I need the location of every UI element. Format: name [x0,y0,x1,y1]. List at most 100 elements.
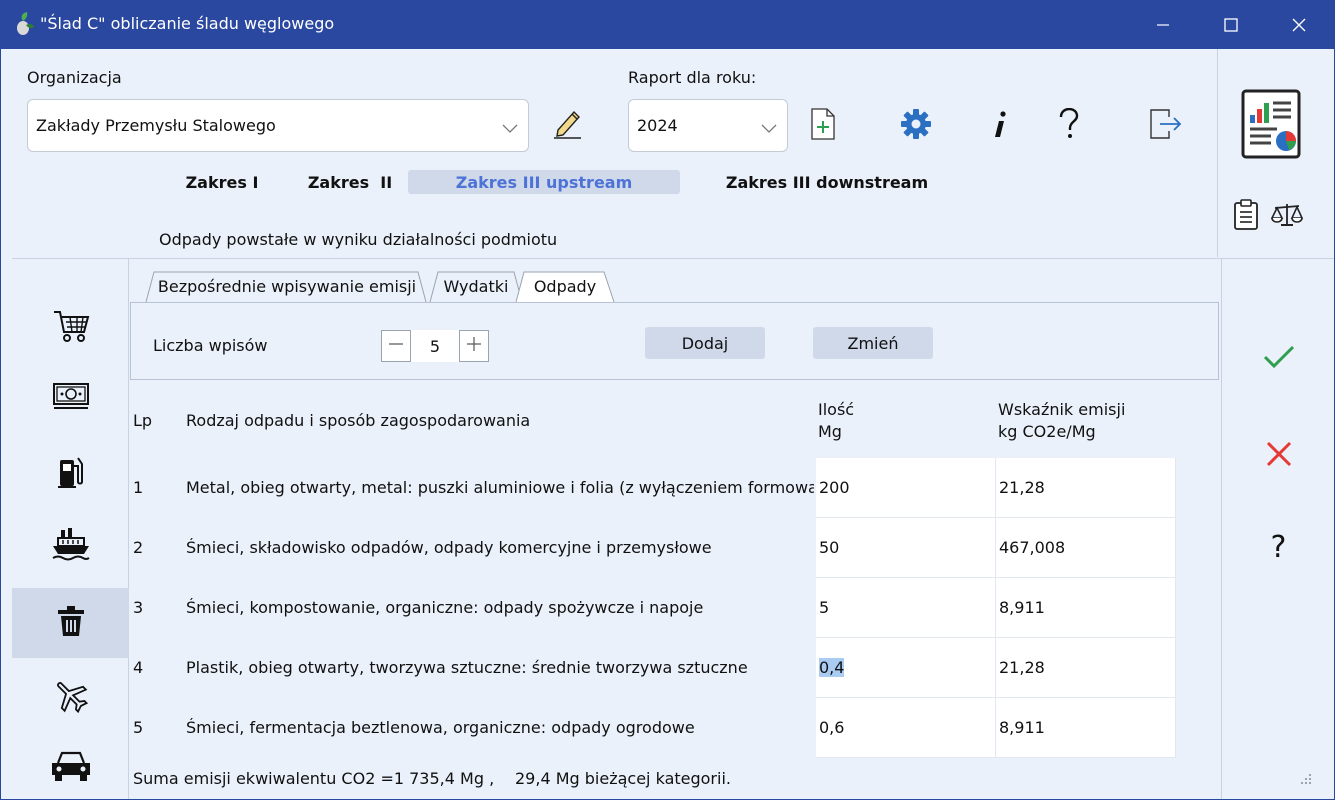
action-panel: ? [1221,259,1334,799]
column-header-emission-factor-line1: Wskaźnik emisji [998,400,1126,419]
help-button[interactable] [1054,107,1084,144]
fuel-pump-icon [56,454,86,494]
scope-tab-3-upstream[interactable]: Zakres III upstream [408,170,680,194]
increment-button[interactable] [459,330,489,362]
sidebar-item-travel[interactable] [12,663,129,733]
row-emission-factor[interactable]: 467,008 [996,518,1176,578]
report-button[interactable] [1241,89,1301,159]
tab-waste[interactable]: Odpady [524,271,606,301]
year-value: 2024 [637,116,678,135]
header-panel: Organizacja Zakłady Przemysłu Stalowego … [12,49,1218,257]
change-button[interactable]: Zmień [813,327,933,359]
column-header-waste-type: Rodzaj odpadu i sposób zagospodarowania [186,411,531,430]
status-total-emissions: Suma emisji ekwiwalentu CO2 =1 735,4 Mg … [133,769,495,788]
maximize-icon [1224,17,1238,32]
airplane-icon [52,677,90,719]
category-sidebar [12,259,129,799]
row-emission-factor[interactable]: 21,28 [996,458,1176,518]
row-emission-factor[interactable]: 8,911 [996,578,1176,638]
row-waste-type: Metal, obieg otwarty, metal: puszki alum… [186,478,814,497]
exit-button[interactable] [1148,109,1184,143]
shopping-cart-icon [52,308,90,348]
row-quantity[interactable]: 0,6 [816,698,996,758]
tab-direct-emissions-label: Bezpośrednie wpisywanie emisji [157,276,417,296]
money-icon [52,380,90,416]
row-quantity[interactable]: 200 [816,458,996,518]
row-lp: 3 [133,598,144,617]
new-report-icon [810,108,836,144]
settings-button[interactable] [898,109,934,143]
confirm-button[interactable] [1222,334,1335,384]
checklist-button[interactable] [1233,199,1259,231]
clipboard-icon [1233,199,1259,235]
row-emission-factor[interactable]: 8,911 [996,698,1176,758]
scales-icon [1270,204,1304,232]
tab-expenses[interactable]: Wydatki [436,271,516,301]
new-report-button[interactable] [808,108,838,144]
close-button[interactable] [1264,0,1334,49]
maximize-button[interactable] [1196,0,1266,49]
scope-tab-2-label: Zakres II [307,172,393,192]
row-waste-type: Śmieci, składowisko odpadów, odpady kome… [186,538,712,557]
resize-grip-icon[interactable] [1300,770,1312,789]
row-quantity[interactable]: 50 [816,518,996,578]
row-lp: 5 [133,718,144,737]
window-title: "Ślad C" obliczanie śladu węglowego [40,14,335,33]
trash-icon [56,604,86,642]
sidebar-item-fuel[interactable] [12,439,129,509]
tab-direct-emissions[interactable]: Bezpośrednie wpisywanie emisji [154,271,420,301]
sidebar-item-commuting[interactable] [12,745,129,799]
cancel-icon [1266,441,1292,471]
compare-button[interactable] [1270,202,1304,228]
report-icon [1241,89,1301,163]
cancel-button[interactable] [1222,431,1335,481]
sidebar-item-expenses[interactable] [12,363,129,433]
scope-tab-2[interactable]: Zakres II [295,170,405,194]
close-icon [1292,18,1306,32]
scope-tab-3-upstream-label: Zakres III upstream [455,172,633,192]
organization-label: Organizacja [27,68,122,87]
info-icon [990,108,1010,144]
decrement-button[interactable] [381,330,411,362]
status-category-emissions: 29,4 Mg bieżącej kategorii. [515,769,731,788]
sidebar-item-purchases[interactable] [12,293,129,363]
selected-quantity-text: 0,4 [819,658,845,677]
edit-organization-button[interactable] [550,107,586,143]
column-header-lp: Lp [133,411,153,430]
help-button[interactable]: ? [1222,522,1335,572]
add-button[interactable]: Dodaj [645,327,765,359]
title-bar: "Ślad C" obliczanie śladu węglowego [0,0,1335,49]
year-label: Raport dla roku: [628,68,757,87]
scope-tab-3-downstream[interactable]: Zakres III downstream [722,170,932,194]
confirm-icon [1263,345,1295,373]
scope-tab-1-label: Zakres I [185,172,259,192]
row-quantity-selected[interactable]: 0,4 [816,638,996,698]
main-content: Bezpośrednie wpisywanie emisji Wydatki O… [130,259,1220,799]
column-header-emission-factor-unit: kg CO2e/Mg [998,422,1096,441]
plus-icon [466,336,482,356]
report-panel [1219,49,1333,259]
sidebar-item-transport[interactable] [12,511,129,581]
chevron-down-icon [502,119,518,138]
scope-tab-3-downstream-label: Zakres III downstream [725,172,929,192]
entry-count-input[interactable]: 5 [411,330,459,362]
row-quantity[interactable]: 5 [816,578,996,638]
settings-icon [900,108,932,144]
year-select[interactable]: 2024 [628,99,788,152]
section-subtitle: Odpady powstałe w wyniku działalności po… [159,230,558,249]
edit-icon [551,106,585,144]
app-logo-icon [14,11,36,37]
waste-table: Lp Rodzaj odpadu i sposób zagospodarowan… [130,380,1220,758]
ship-icon [51,526,91,566]
info-button[interactable] [987,109,1013,143]
minimize-button[interactable] [1128,0,1198,49]
row-emission-factor[interactable]: 21,28 [996,638,1176,698]
scope-tab-1[interactable]: Zakres I [177,170,267,194]
help-icon [1057,107,1081,144]
organization-select[interactable]: Zakłady Przemysłu Stalowego [27,99,529,152]
sidebar-item-waste[interactable] [12,588,129,658]
tab-waste-label: Odpady [533,276,597,296]
entry-count-label: Liczba wpisów [153,336,268,355]
row-lp: 2 [133,538,144,557]
minimize-icon [1156,18,1170,32]
